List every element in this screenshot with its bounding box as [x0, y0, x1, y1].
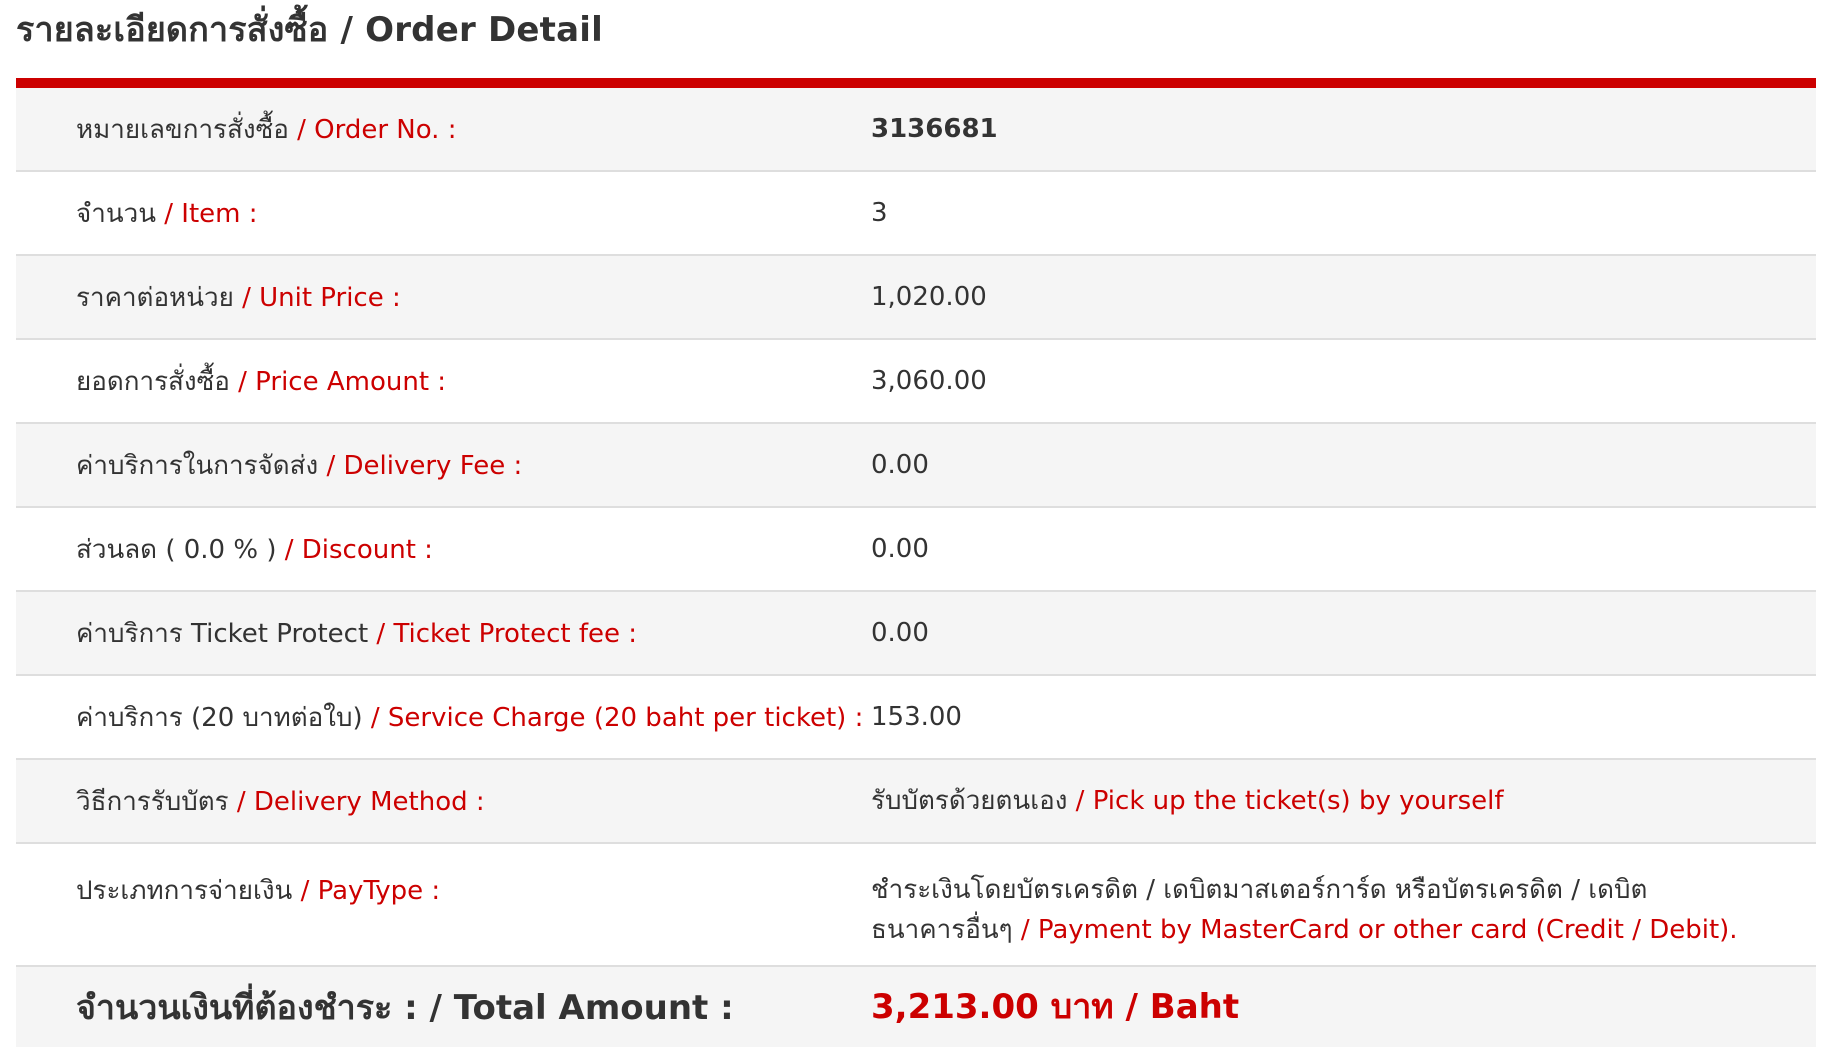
delivery-method-label: วิธีการรับบัตร / Delivery Method :	[76, 786, 485, 817]
row-service-charge: ค่าบริการ (20 บาทต่อใบ) / Service Charge…	[16, 676, 1816, 760]
service-charge-label: ค่าบริการ (20 บาทต่อใบ) / Service Charge…	[76, 702, 864, 733]
ticket-protect-fee-label: ค่าบริการ Ticket Protect / Ticket Protec…	[76, 618, 637, 649]
order-no-label: หมายเลขการสั่งซื้อ / Order No. :	[76, 114, 457, 145]
unit-price-value: 1,020.00	[871, 282, 987, 312]
delivery-method-value: รับบัตรด้วยตนเอง / Pick up the ticket(s)…	[871, 786, 1504, 816]
discount-label: ส่วนลด ( 0.0 % ) / Discount :	[76, 534, 433, 565]
title-divider	[16, 78, 1816, 88]
service-charge-value: 153.00	[871, 702, 962, 732]
pay-type-label: ประเภทการจ่ายเงิน / PayType :	[76, 876, 441, 906]
total-amount-label: จำนวนเงินที่ต้องชำระ : / Total Amount :	[76, 988, 734, 1028]
row-order-no: หมายเลขการสั่งซื้อ / Order No. : 3136681	[16, 88, 1816, 172]
order-no-value: 3136681	[871, 114, 998, 144]
price-amount-label: ยอดการสั่งซื้อ / Price Amount :	[76, 366, 447, 397]
pay-type-value: ชำระเงินโดยบัตรเครดิต / เดบิตมาสเตอร์การ…	[871, 875, 1738, 945]
order-detail-table: หมายเลขการสั่งซื้อ / Order No. : 3136681…	[16, 88, 1816, 1047]
row-price-amount: ยอดการสั่งซื้อ / Price Amount : 3,060.00	[16, 340, 1816, 424]
row-discount: ส่วนลด ( 0.0 % ) / Discount : 0.00	[16, 508, 1816, 592]
row-delivery-fee: ค่าบริการในการจัดส่ง / Delivery Fee : 0.…	[16, 424, 1816, 508]
row-unit-price: ราคาต่อหน่วย / Unit Price : 1,020.00	[16, 256, 1816, 340]
row-delivery-method: วิธีการรับบัตร / Delivery Method : รับบั…	[16, 760, 1816, 844]
discount-value: 0.00	[871, 534, 929, 564]
total-amount-value: 3,213.00 บาท / Baht	[871, 987, 1240, 1027]
delivery-fee-value: 0.00	[871, 450, 929, 480]
item-label: จำนวน / Item :	[76, 198, 258, 229]
item-value: 3	[871, 198, 888, 228]
row-total-amount: จำนวนเงินที่ต้องชำระ : / Total Amount : …	[16, 967, 1816, 1047]
delivery-fee-label: ค่าบริการในการจัดส่ง / Delivery Fee :	[76, 450, 523, 481]
row-pay-type: ประเภทการจ่ายเงิน / PayType : ชำระเงินโด…	[16, 844, 1816, 967]
price-amount-value: 3,060.00	[871, 366, 987, 396]
order-detail-panel: รายละเอียดการสั่งซื้อ / Order Detail หมา…	[16, 0, 1816, 1047]
page-title: รายละเอียดการสั่งซื้อ / Order Detail	[16, 10, 603, 50]
row-ticket-protect-fee: ค่าบริการ Ticket Protect / Ticket Protec…	[16, 592, 1816, 676]
ticket-protect-fee-value: 0.00	[871, 618, 929, 648]
row-item: จำนวน / Item : 3	[16, 172, 1816, 256]
unit-price-label: ราคาต่อหน่วย / Unit Price :	[76, 282, 401, 313]
